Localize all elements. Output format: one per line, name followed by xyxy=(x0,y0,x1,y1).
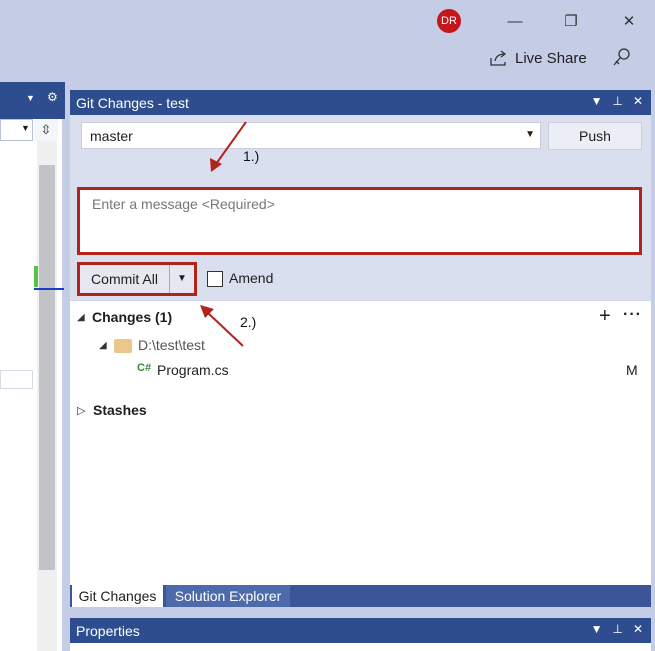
chevron-down-icon[interactable]: ▼ xyxy=(591,622,603,636)
live-share-label: Live Share xyxy=(515,49,587,67)
tab-git-changes[interactable]: Git Changes xyxy=(72,585,163,607)
amend-checkbox[interactable] xyxy=(207,271,223,287)
csharp-file-icon: C# xyxy=(137,362,152,374)
user-avatar[interactable]: DR xyxy=(437,9,461,33)
properties-title: Properties xyxy=(76,623,140,639)
pin-icon[interactable]: ⊥ xyxy=(612,94,622,108)
properties-header: Properties ▼ ⊥ ✕ xyxy=(70,618,651,643)
scrollbar-thumb[interactable] xyxy=(39,165,55,570)
amend-label: Amend xyxy=(229,270,274,286)
restore-button[interactable]: ❐ xyxy=(559,10,583,34)
properties-body xyxy=(70,643,651,651)
branch-select[interactable]: master ▼ xyxy=(81,122,541,149)
branch-name: master xyxy=(90,127,133,144)
push-button[interactable]: Push xyxy=(548,122,642,150)
file-name[interactable]: Program.cs xyxy=(157,362,229,378)
more-options-icon[interactable]: ··· xyxy=(623,306,642,324)
panel-title: Git Changes - test xyxy=(76,95,189,111)
expand-icon[interactable]: ◢ xyxy=(99,340,107,351)
change-marker xyxy=(34,266,38,287)
chevron-down-icon: ▼ xyxy=(177,273,187,284)
changes-header[interactable]: Changes (1) xyxy=(92,309,172,325)
split-icon[interactable]: ⇳ xyxy=(34,119,58,141)
folder-path[interactable]: D:\test\test xyxy=(138,337,205,353)
share-icon xyxy=(490,50,507,66)
expand-icon[interactable]: ◢ xyxy=(77,312,85,323)
chevron-down-icon: ▼ xyxy=(525,129,535,140)
chevron-down-icon[interactable]: ▼ xyxy=(591,94,603,108)
chevron-down-icon[interactable]: ▼ xyxy=(26,93,35,103)
minimize-button[interactable]: — xyxy=(503,10,527,34)
step-2-label: 2.) xyxy=(240,314,257,330)
editor-line xyxy=(0,370,33,389)
close-icon[interactable]: ✕ xyxy=(633,622,643,636)
commit-all-button[interactable]: Commit All xyxy=(80,265,170,293)
tab-solution-explorer[interactable]: Solution Explorer xyxy=(166,585,290,607)
feedback-icon[interactable] xyxy=(611,46,633,68)
collapse-icon[interactable]: ▷ xyxy=(77,404,85,417)
pin-icon[interactable]: ⊥ xyxy=(612,622,622,636)
chevron-down-icon: ▼ xyxy=(21,123,30,133)
scroll-marker xyxy=(34,288,64,290)
stashes-header[interactable]: Stashes xyxy=(93,402,147,418)
commit-dropdown-button[interactable]: ▼ xyxy=(170,265,194,293)
close-button[interactable]: ✕ xyxy=(617,10,641,34)
git-changes-header: Git Changes - test ▼ ⊥ ✕ xyxy=(70,90,651,115)
step-1-label: 1.) xyxy=(243,148,260,164)
file-status: M xyxy=(626,362,638,378)
live-share-button[interactable]: Live Share xyxy=(489,47,587,69)
stage-all-icon[interactable]: + xyxy=(599,305,611,328)
title-bar xyxy=(0,0,655,82)
close-icon[interactable]: ✕ xyxy=(633,94,643,108)
gear-icon[interactable]: ⚙ xyxy=(47,90,58,104)
separator xyxy=(70,300,651,301)
commit-message-input[interactable]: Enter a message <Required> xyxy=(77,187,642,255)
editor-dropdown[interactable]: ▼ xyxy=(0,119,33,141)
folder-icon xyxy=(114,339,132,353)
editor-header: ▼ ⚙ xyxy=(0,82,65,119)
